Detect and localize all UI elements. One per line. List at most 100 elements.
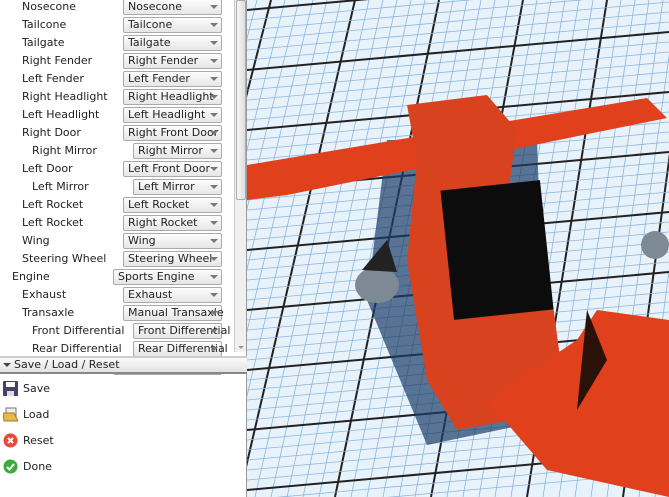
part-select-value: Wing xyxy=(128,234,156,247)
part-select[interactable]: Left Fender xyxy=(123,71,222,87)
part-select-value: Left Headlight xyxy=(128,108,206,121)
action-done[interactable]: Done xyxy=(3,456,52,476)
action-save[interactable]: Save xyxy=(3,378,50,398)
part-row: Transaxle Manual Transaxle xyxy=(0,304,233,322)
part-select[interactable]: Left Front Door xyxy=(123,161,222,177)
part-row: Wing Wing xyxy=(0,232,233,250)
collapse-triangle-icon[interactable] xyxy=(3,363,11,367)
part-select[interactable]: Right Front Door xyxy=(123,125,222,141)
part-row: Right Door Right Front Door xyxy=(0,124,233,142)
part-select[interactable]: Steering Wheel xyxy=(123,251,222,267)
part-select-value: Sports Engine xyxy=(118,270,195,283)
part-select-value: Exhaust xyxy=(128,288,173,301)
part-label: Engine xyxy=(12,270,50,283)
chevron-down-icon xyxy=(210,185,218,189)
part-row: Engine Sports Engine xyxy=(0,268,233,286)
part-select-value: Nosecone xyxy=(128,0,182,13)
action-label: Load xyxy=(23,407,50,421)
chevron-down-icon xyxy=(210,41,218,45)
section-title: Save / Load / Reset xyxy=(14,358,120,371)
part-row: Left Door Left Front Door xyxy=(0,160,233,178)
chevron-down-icon xyxy=(210,77,218,81)
part-label: Tailgate xyxy=(22,36,65,49)
part-label: Right Fender xyxy=(22,54,93,67)
part-select-value: Left Front Door xyxy=(128,162,210,175)
scrollbar-thumb[interactable] xyxy=(236,0,246,200)
part-select[interactable]: Right Fender xyxy=(123,53,222,69)
chevron-down-icon xyxy=(210,5,218,9)
part-select-value: Left Rocket xyxy=(128,198,190,211)
part-label: Left Rocket xyxy=(22,198,84,211)
part-select[interactable]: Tailcone xyxy=(123,17,222,33)
part-select[interactable]: Nosecone xyxy=(123,0,222,15)
chevron-down-icon xyxy=(210,293,218,297)
chevron-down-icon xyxy=(210,23,218,27)
chevron-down-icon xyxy=(210,113,218,117)
part-label: Right Door xyxy=(22,126,81,139)
part-select[interactable]: Rear Differential xyxy=(133,341,228,357)
chevron-down-icon xyxy=(210,329,218,333)
part-select-value: Right Headlight xyxy=(128,90,214,103)
part-row: Front Differential Front Differential xyxy=(0,322,233,340)
folder-icon xyxy=(2,407,19,422)
floppy-disk-icon xyxy=(3,380,18,396)
part-label: Front Differential xyxy=(32,324,125,337)
3d-viewport[interactable] xyxy=(247,0,669,497)
scrollbar[interactable] xyxy=(234,0,246,352)
part-row: Left Headlight Left Headlight xyxy=(0,106,233,124)
chevron-down-icon xyxy=(210,149,218,153)
part-row: Left Mirror Left Mirror xyxy=(0,178,233,196)
action-label: Reset xyxy=(23,433,54,447)
part-select[interactable]: Sports Engine xyxy=(113,269,222,285)
chevron-down-icon xyxy=(210,221,218,225)
part-select[interactable]: Manual Transaxle xyxy=(123,305,224,321)
part-label: Steering Wheel xyxy=(22,252,107,265)
part-label: Exhaust xyxy=(22,288,67,301)
section-header-save-load-reset[interactable]: Save / Load / Reset xyxy=(0,356,247,374)
part-select[interactable]: Left Headlight xyxy=(123,107,222,123)
part-label: Left Mirror xyxy=(32,180,89,193)
checkmark-icon xyxy=(3,459,18,474)
part-label: Rear Differential xyxy=(32,342,122,355)
part-select[interactable]: Left Rocket xyxy=(123,197,222,213)
part-row: Right Mirror Right Mirror xyxy=(0,142,233,160)
part-select-value: Left Mirror xyxy=(138,180,195,193)
action-load[interactable]: Load xyxy=(2,404,50,424)
chevron-down-icon xyxy=(210,59,218,63)
part-select-value: Right Fender xyxy=(128,54,199,67)
part-select[interactable]: Right Headlight xyxy=(123,89,222,105)
chevron-down-icon xyxy=(210,131,218,135)
part-select-value: Tailgate xyxy=(128,36,171,49)
scroll-down-arrow-icon[interactable] xyxy=(238,346,244,349)
chevron-down-icon xyxy=(210,257,218,261)
chevron-down-icon xyxy=(210,167,218,171)
parts-tree: Nosecone Nosecone Tailcone Tailcone Tailga… xyxy=(0,0,233,375)
parts-panel: Nosecone Nosecone Tailcone Tailcone Tailga… xyxy=(0,0,247,497)
chevron-down-icon xyxy=(210,203,218,207)
part-select[interactable]: Front Differential xyxy=(133,323,230,339)
action-label: Save xyxy=(23,381,51,395)
part-select[interactable]: Right Rocket xyxy=(123,215,222,231)
car-model xyxy=(247,95,669,497)
part-select-value: Steering Wheel xyxy=(128,252,213,265)
part-select[interactable]: Left Mirror xyxy=(133,179,222,195)
chevron-down-icon xyxy=(210,275,218,279)
part-select[interactable]: Tailgate xyxy=(123,35,222,51)
chevron-down-icon xyxy=(210,95,218,99)
part-label: Transaxle xyxy=(22,306,75,319)
part-select[interactable]: Exhaust xyxy=(123,287,222,303)
part-select-value: Right Front Door xyxy=(128,126,219,139)
part-select-value: Right Mirror xyxy=(138,144,203,157)
part-label: Right Headlight xyxy=(22,90,108,103)
part-label: Wing xyxy=(22,234,50,247)
chevron-down-icon xyxy=(210,347,218,351)
action-reset[interactable]: Reset xyxy=(3,430,54,450)
part-select[interactable]: Right Mirror xyxy=(133,143,222,159)
part-select[interactable]: Wing xyxy=(123,233,222,249)
part-row: Tailcone Tailcone xyxy=(0,16,233,34)
part-select-value: Left Fender xyxy=(128,72,190,85)
part-row: Left Rocket Left Rocket xyxy=(0,196,233,214)
part-row: Nosecone Nosecone xyxy=(0,0,233,16)
part-row: Left Fender Left Fender xyxy=(0,70,233,88)
part-label: Left Fender xyxy=(22,72,84,85)
